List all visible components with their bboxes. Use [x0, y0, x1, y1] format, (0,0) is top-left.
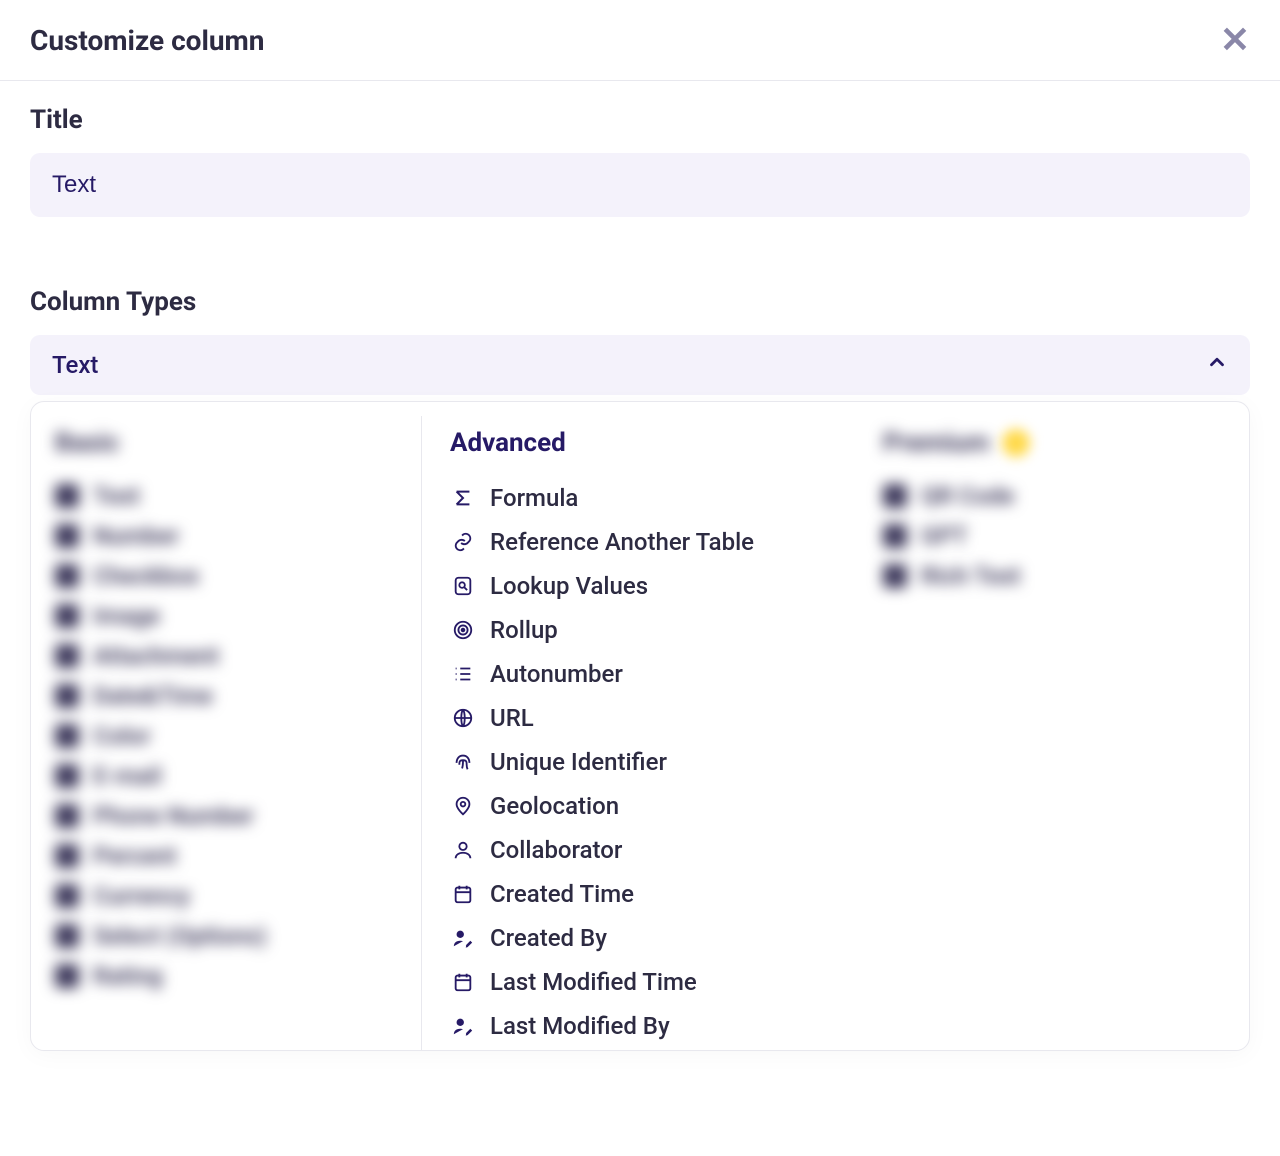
title-input[interactable] — [30, 153, 1250, 217]
datetime-icon — [55, 684, 79, 708]
currency-icon — [55, 884, 79, 908]
type-modified-time[interactable]: Last Modified Time — [450, 960, 833, 1004]
modal-body: Title Column Types Text Basic Text Numbe… — [0, 81, 1280, 1051]
type-percent[interactable]: Percent — [55, 836, 397, 876]
type-email[interactable]: E-mail — [55, 756, 397, 796]
type-image[interactable]: Image — [55, 596, 397, 636]
type-autonumber[interactable]: Autonumber — [450, 652, 833, 696]
attachment-icon — [55, 644, 79, 668]
select-icon — [55, 924, 79, 948]
qrcode-icon — [883, 484, 907, 508]
type-created-by[interactable]: Created By — [450, 916, 833, 960]
type-rating[interactable]: Rating — [55, 956, 397, 996]
phone-icon — [55, 804, 79, 828]
richtext-icon — [883, 564, 907, 588]
color-icon — [55, 724, 79, 748]
modal-title: Customize column — [30, 24, 265, 57]
image-icon — [55, 604, 79, 628]
column-types-select[interactable]: Text — [30, 335, 1250, 395]
pin-icon — [450, 793, 476, 819]
lookup-icon — [450, 573, 476, 599]
basic-heading: Basic — [55, 428, 397, 458]
sigma-icon — [450, 485, 476, 511]
premium-column: Premium QR Code GPT Rich Text — [845, 416, 1249, 1050]
type-modified-by[interactable]: Last Modified By — [450, 1004, 833, 1048]
premium-star-icon — [1002, 429, 1030, 457]
fingerprint-icon — [450, 749, 476, 775]
user-icon — [450, 837, 476, 863]
type-rollup[interactable]: Rollup — [450, 608, 833, 652]
type-number[interactable]: Number — [55, 516, 397, 556]
type-created-time[interactable]: Created Time — [450, 872, 833, 916]
percent-icon — [55, 844, 79, 868]
chevron-up-icon — [1206, 351, 1228, 379]
column-types-dropdown: Basic Text Number Checkbox Image Attachm… — [30, 401, 1250, 1051]
type-select[interactable]: Select (Options) — [55, 916, 397, 956]
type-lookup[interactable]: Lookup Values — [450, 564, 833, 608]
type-datetime[interactable]: Date&Time — [55, 676, 397, 716]
close-icon[interactable]: ✕ — [1220, 22, 1250, 58]
type-geolocation[interactable]: Geolocation — [450, 784, 833, 828]
advanced-heading: Advanced — [450, 428, 833, 458]
title-label: Title — [30, 105, 1250, 135]
column-types-label: Column Types — [30, 287, 1250, 317]
type-attachment[interactable]: Attachment — [55, 636, 397, 676]
type-currency[interactable]: Currency — [55, 876, 397, 916]
user-edit-icon — [450, 1013, 476, 1039]
type-formula[interactable]: Formula — [450, 476, 833, 520]
basic-column: Basic Text Number Checkbox Image Attachm… — [31, 416, 421, 1050]
rating-icon — [55, 964, 79, 988]
link-icon — [450, 529, 476, 555]
column-types-value: Text — [52, 351, 98, 379]
user-edit-icon — [450, 925, 476, 951]
type-unique-id[interactable]: Unique Identifier — [450, 740, 833, 784]
globe-icon — [450, 705, 476, 731]
type-phone[interactable]: Phone Number — [55, 796, 397, 836]
rollup-icon — [450, 617, 476, 643]
type-text[interactable]: Text — [55, 476, 397, 516]
type-color[interactable]: Color — [55, 716, 397, 756]
type-gpt[interactable]: GPT — [883, 516, 1225, 556]
email-icon — [55, 764, 79, 788]
type-reference[interactable]: Reference Another Table — [450, 520, 833, 564]
customize-column-modal: Customize column ✕ Title Column Types Te… — [0, 0, 1280, 1156]
type-qrcode[interactable]: QR Code — [883, 476, 1225, 516]
number-icon — [55, 524, 79, 548]
advanced-column: Advanced Formula Reference Another Table… — [421, 416, 845, 1050]
autonumber-icon — [450, 661, 476, 687]
type-checkbox[interactable]: Checkbox — [55, 556, 397, 596]
text-icon — [55, 484, 79, 508]
type-richtext[interactable]: Rich Text — [883, 556, 1225, 596]
gpt-icon — [883, 524, 907, 548]
premium-heading: Premium — [883, 428, 990, 458]
modal-header: Customize column ✕ — [0, 0, 1280, 81]
calendar-icon — [450, 881, 476, 907]
checkbox-icon — [55, 564, 79, 588]
calendar-icon — [450, 969, 476, 995]
type-url[interactable]: URL — [450, 696, 833, 740]
type-collaborator[interactable]: Collaborator — [450, 828, 833, 872]
